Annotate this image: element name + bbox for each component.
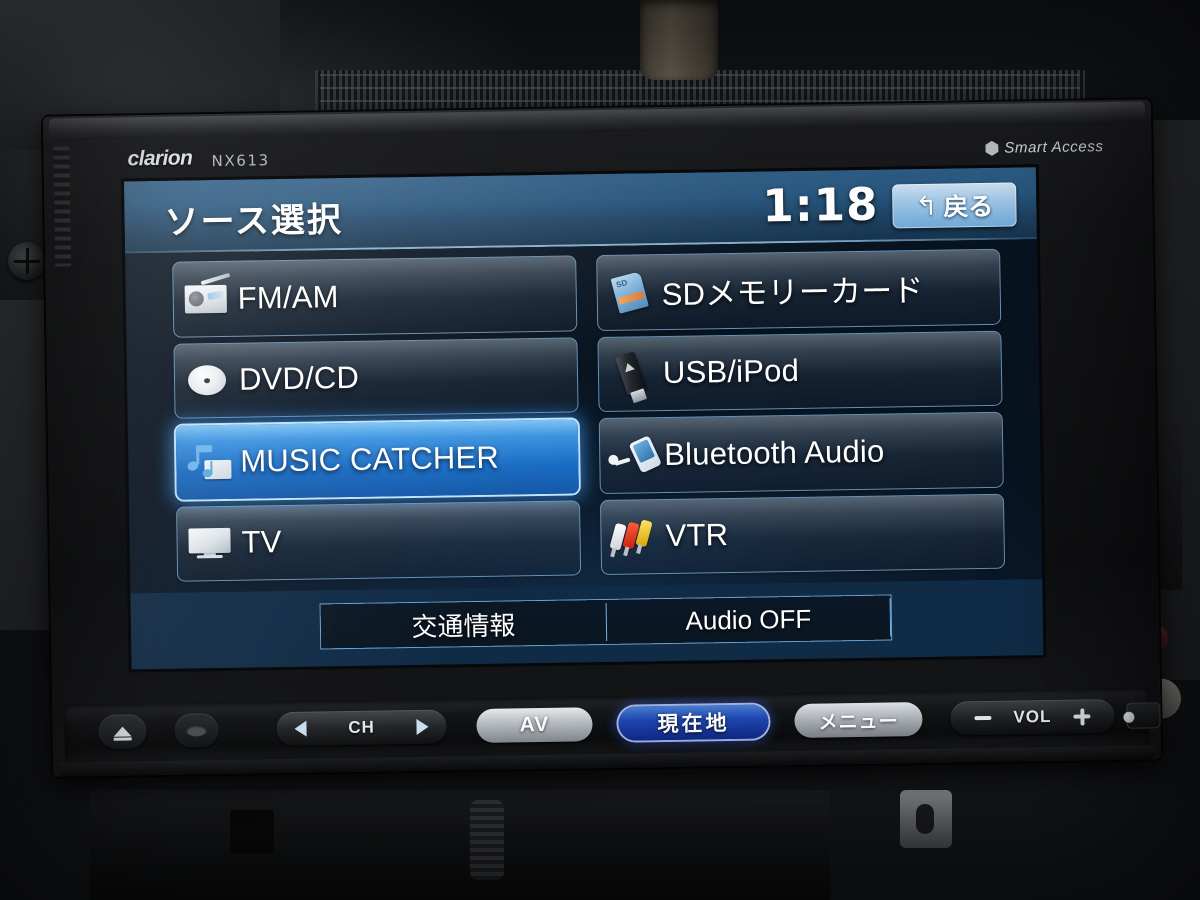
source-label: DVD/CD <box>238 360 360 397</box>
dashboard-footwell <box>90 790 830 900</box>
back-button-label: 戻る <box>943 192 994 222</box>
television-icon <box>177 506 242 580</box>
dashboard-bolt <box>470 800 504 880</box>
plus-icon[interactable] <box>1073 714 1091 719</box>
menu-button[interactable]: メニュー <box>794 702 923 739</box>
source-button-tv[interactable]: TV <box>177 500 581 581</box>
eject-button[interactable] <box>98 714 147 749</box>
source-button-bluetooth-audio[interactable]: Bluetooth Audio <box>599 412 1003 493</box>
av-button-label: AV <box>519 712 550 737</box>
smart-access-logo-icon <box>985 141 998 156</box>
source-button-dvd-cd[interactable]: DVD/CD <box>174 337 578 418</box>
clock-display: 1:18 <box>762 177 879 233</box>
eject-icon-bar <box>113 737 132 741</box>
clarion-head-unit: clarion NX613 Smart Access ソース選択 1:18 ↰ … <box>42 99 1162 777</box>
screen-bottom-bar: 交通情報 Audio OFF <box>130 579 1044 670</box>
smart-access-badge: Smart Access <box>985 138 1104 157</box>
bluetooth-phone-icon <box>600 418 665 492</box>
disc-icon <box>174 343 239 417</box>
traffic-info-button[interactable]: 交通情報 <box>321 600 607 648</box>
back-button[interactable]: ↰ 戻る <box>892 182 1017 229</box>
menu-button-label: メニュー <box>818 710 899 734</box>
oval-indicator-icon <box>186 724 207 737</box>
source-button-sd-card[interactable]: SD SDメモリーカード <box>597 249 1001 330</box>
sd-card-icon: SD <box>597 255 662 329</box>
dashboard-recess <box>230 810 274 854</box>
audio-off-label: Audio OFF <box>685 603 812 636</box>
left-arrow-icon[interactable] <box>294 720 307 737</box>
music-note-card-icon <box>176 425 241 499</box>
dashboard-tube <box>640 0 718 80</box>
minus-icon[interactable] <box>974 715 992 721</box>
dashboard-screw <box>8 242 46 280</box>
indicator-button[interactable] <box>174 713 219 748</box>
smart-access-label: Smart Access <box>1004 138 1104 157</box>
source-button-fm-am[interactable]: FM/AM <box>173 256 577 337</box>
source-button-grid: FM/AM SD SDメモリーカード DVD/CD USB/iPod MUSIC… <box>173 249 1005 581</box>
bottom-bar-buttons: 交通情報 Audio OFF <box>320 595 892 649</box>
traffic-info-label: 交通情報 <box>411 609 516 642</box>
source-label: MUSIC CATCHER <box>240 439 500 479</box>
source-button-usb-ipod[interactable]: USB/iPod <box>598 331 1002 412</box>
eject-icon <box>113 726 132 737</box>
bottom-bar-end-divider <box>889 598 892 637</box>
page-title: ソース選択 <box>164 201 344 242</box>
source-button-music-catcher[interactable]: MUSIC CATCHER <box>175 419 579 500</box>
channel-label: CH <box>348 717 375 738</box>
av-button[interactable]: AV <box>476 707 593 744</box>
source-label: USB/iPod <box>662 353 800 391</box>
source-button-vtr[interactable]: VTR <box>600 494 1005 575</box>
source-label: FM/AM <box>237 278 339 316</box>
mounting-bracket <box>900 790 952 848</box>
channel-rocker-button[interactable]: CH <box>276 709 447 747</box>
source-label: SDメモリーカード <box>661 273 924 313</box>
source-label: Bluetooth Audio <box>663 433 885 472</box>
rca-plugs-icon <box>601 500 666 574</box>
right-arrow-icon[interactable] <box>416 718 429 735</box>
usb-stick-icon <box>598 337 663 411</box>
radio-icon <box>173 262 238 336</box>
audio-off-button[interactable]: Audio OFF <box>606 595 892 643</box>
clarion-logo: clarion <box>127 146 193 171</box>
volume-label: VOL <box>1013 706 1052 727</box>
current-location-label: 現在地 <box>657 712 730 737</box>
source-label: VTR <box>665 517 729 554</box>
current-location-button[interactable]: 現在地 <box>618 704 769 741</box>
model-number: NX613 <box>211 151 270 171</box>
volume-rocker-button[interactable]: VOL <box>950 698 1115 736</box>
lcd-screen[interactable]: ソース選択 1:18 ↰ 戻る FM/AM SD SDメモリーカード DVD/C… <box>123 167 1044 670</box>
return-arrow-icon: ↰ <box>915 190 938 222</box>
source-label: TV <box>241 524 282 560</box>
